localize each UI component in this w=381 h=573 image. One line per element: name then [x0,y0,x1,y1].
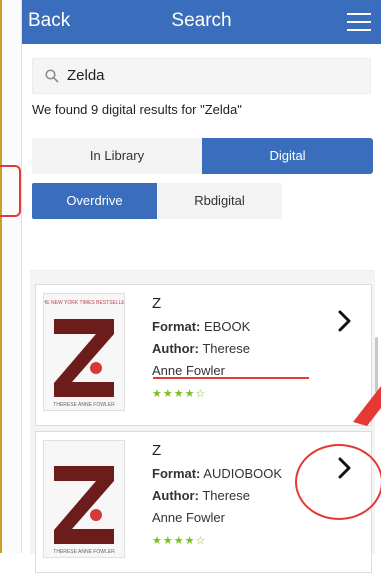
author-name-part2: Anne Fowler [152,510,225,525]
book-format: Format: AUDIOBOOK [152,466,282,481]
search-input[interactable]: Zelda [67,67,105,84]
result-summary: We found 9 digital results for "Zelda" [32,102,242,117]
book-cover: THERESE ANNE FOWLER [43,440,125,558]
tab-in-library[interactable]: In Library [32,138,202,174]
tab-digital[interactable]: Digital [202,138,373,174]
svg-text:THERESE ANNE FOWLER: THERESE ANNE FOWLER [53,549,115,555]
app: Back Search Zelda We found 9 digital res… [22,0,381,573]
book-title: Z [152,442,162,459]
page-title: Search [171,10,232,31]
rating-stars: ★★★★☆ [152,535,207,547]
rating-stars: ★★★★☆ [152,388,207,400]
left-accent-line [0,0,2,553]
format-value: AUDIOBOOK [203,466,283,481]
menu-icon[interactable] [347,13,371,31]
left-gutter [0,0,22,553]
search-field[interactable]: Zelda [32,58,371,94]
chevron-right-icon[interactable] [335,309,353,333]
header-bar: Back Search [22,0,381,44]
book-cover: THE NEW YORK TIMES BESTSELLER THERESE AN… [43,293,125,411]
format-label: Format: [152,319,201,334]
author-name-part2: Anne Fowler [152,363,225,378]
format-value: EBOOK [204,319,251,334]
author-label: Author: [152,488,199,503]
svg-text:THERESE ANNE FOWLER: THERESE ANNE FOWLER [53,402,115,408]
svg-text:THE NEW YORK TIMES BESTSELLER: THE NEW YORK TIMES BESTSELLER [44,300,124,306]
library-digital-toggle: In Library Digital [32,138,373,174]
book-title: Z [152,295,162,312]
book-author: Author: Therese [152,341,250,356]
scrollbar[interactable] [375,337,378,393]
search-icon [45,69,59,83]
annotation-underline [153,377,309,379]
provider-toggle: Overdrive Rbdigital [32,183,282,219]
tab-rbdigital[interactable]: Rbdigital [157,183,282,219]
results-list: THE NEW YORK TIMES BESTSELLER THERESE AN… [30,270,381,573]
author-name-part1: Therese [202,488,251,503]
annotation-arrow-icon [353,386,381,426]
chevron-right-icon[interactable] [335,456,353,480]
author-name-part1: Therese [202,341,251,356]
format-label: Format: [152,466,201,481]
author-label: Author: [152,341,199,356]
book-author: Author: Therese [152,488,250,503]
list-item[interactable]: THERESE ANNE FOWLER Z Format: AUDIOBOOK … [35,431,381,573]
book-format: Format: EBOOK [152,319,250,334]
tab-overdrive[interactable]: Overdrive [32,183,157,219]
annotation-bracket [0,165,21,217]
list-item[interactable]: THE NEW YORK TIMES BESTSELLER THERESE AN… [35,284,372,426]
